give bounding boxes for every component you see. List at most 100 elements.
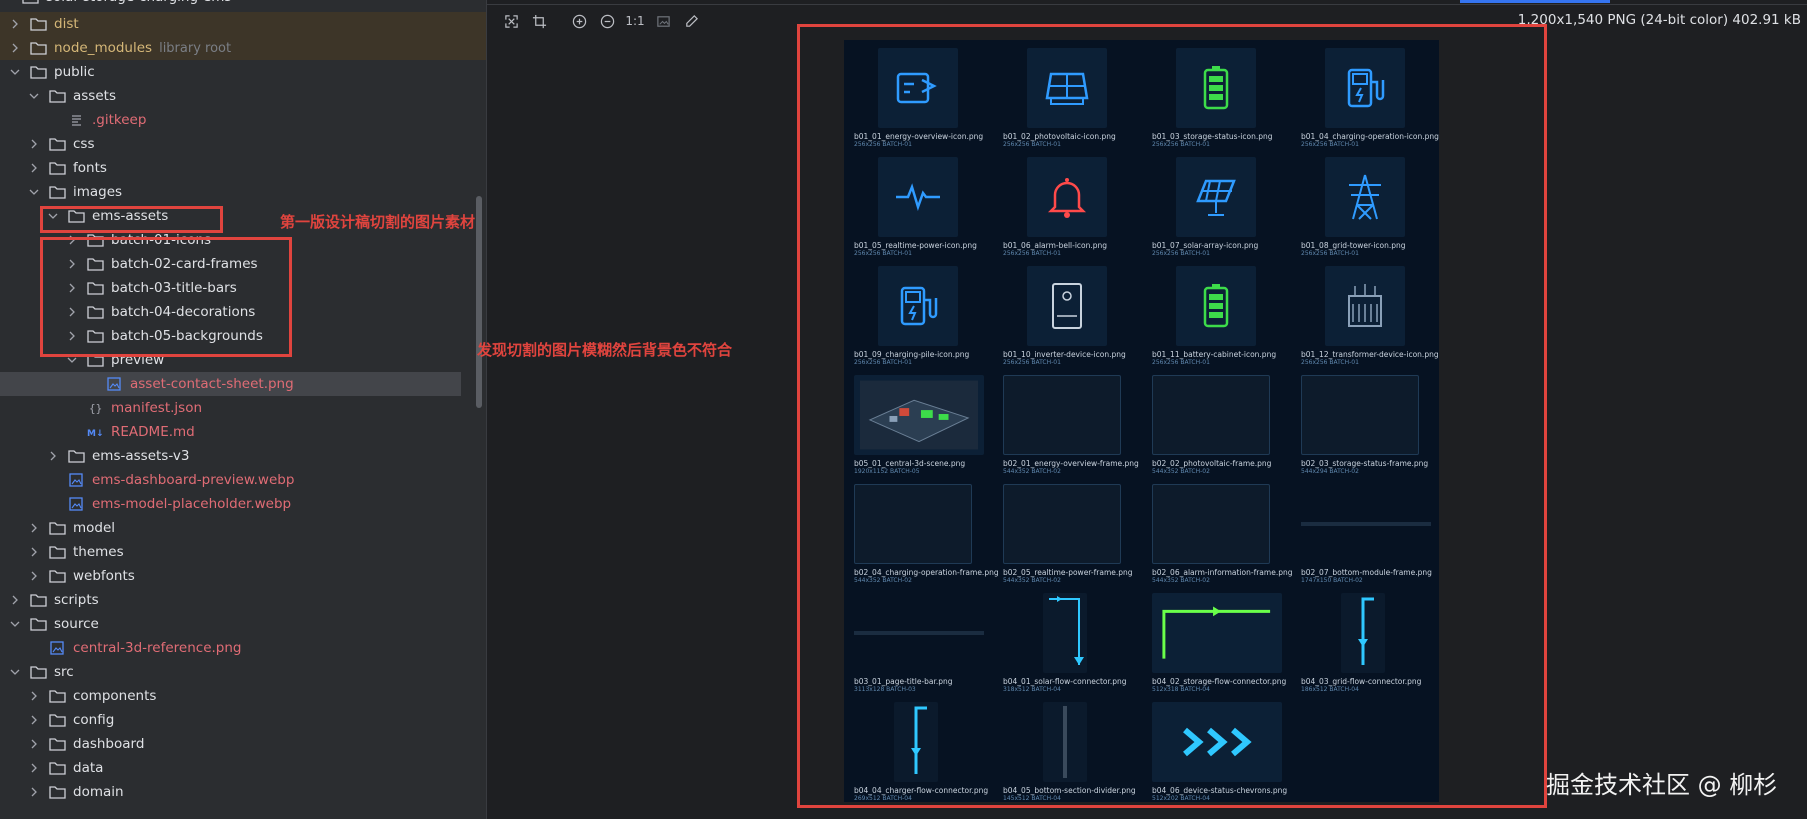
tree-row-readme-md[interactable]: M↓ README.md	[0, 420, 486, 444]
annotation-note-2: 发现切割的图片模糊然后背景色不符合	[477, 341, 733, 359]
tree-row-label: asset-contact-sheet.png	[130, 376, 294, 392]
tree-row-node-modules[interactable]: node_modules library root	[0, 36, 486, 60]
color-picker-icon[interactable]	[679, 9, 703, 33]
folder-icon	[49, 137, 66, 151]
chevron-right-icon[interactable]	[8, 41, 22, 55]
chevron-right-icon[interactable]	[27, 161, 41, 175]
chevron-right-icon[interactable]	[8, 593, 22, 607]
tree-row-label: dist	[54, 16, 79, 32]
tree-row-label: scripts	[54, 592, 99, 608]
tree-row-label: public	[54, 64, 95, 80]
ide-window: solar-storage-charging-ems dist node_modu…	[0, 0, 1807, 819]
tree-row-themes[interactable]: themes	[0, 540, 486, 564]
tree-row-css[interactable]: css	[0, 132, 486, 156]
tree-row-manifest-json[interactable]: {} manifest.json	[0, 396, 486, 420]
tree-row-suffix: library root	[159, 40, 232, 56]
folder-icon	[30, 65, 47, 79]
tree-row-label: assets	[73, 88, 116, 104]
chevron-right-icon[interactable]	[27, 713, 41, 727]
tree-row-label: README.md	[111, 424, 195, 440]
folder-icon	[30, 593, 47, 607]
project-root-row[interactable]: solar-storage-charging-ems	[0, 0, 486, 9]
project-tree-panel: solar-storage-charging-ems dist node_modu…	[0, 0, 486, 819]
tree-row-assets[interactable]: assets	[0, 84, 486, 108]
tab-divider	[487, 4, 1807, 5]
chevron-right-icon[interactable]	[27, 689, 41, 703]
project-root-label: solar-storage-charging-ems	[46, 0, 231, 5]
tree-row-domain[interactable]: domain	[0, 780, 486, 804]
tree-scrollbar[interactable]	[476, 196, 482, 408]
chevron-down-icon[interactable]	[27, 185, 41, 199]
tree-row-label: images	[73, 184, 123, 200]
tree-row-dashboard[interactable]: dashboard	[0, 732, 486, 756]
chevron-right-icon[interactable]	[27, 785, 41, 799]
tree-row-data[interactable]: data	[0, 756, 486, 780]
viewer-toolbar: 1:1	[487, 8, 703, 34]
chevron-right-icon[interactable]	[27, 569, 41, 583]
tree-row-model[interactable]: model	[0, 516, 486, 540]
tree-row-gitkeep[interactable]: .gitkeep	[0, 108, 486, 132]
tree-row-public[interactable]: public	[0, 60, 486, 84]
watermark: 掘金技术社区 @ 柳杉	[1546, 771, 1778, 799]
folder-icon	[49, 545, 66, 559]
tree-row-label: webfonts	[73, 568, 135, 584]
tree-row-fonts[interactable]: fonts	[0, 156, 486, 180]
toolbar-separator	[555, 9, 563, 33]
folder-icon	[49, 161, 66, 175]
crop-icon[interactable]	[527, 9, 551, 33]
image-file-icon	[106, 377, 123, 391]
folder-icon	[49, 785, 66, 799]
tree-row-dist[interactable]: dist	[0, 12, 486, 36]
tree-row-label: manifest.json	[111, 400, 203, 416]
tree-row-scripts[interactable]: scripts	[0, 588, 486, 612]
chevron-down-icon[interactable]	[27, 89, 41, 103]
tree-row-source[interactable]: source	[0, 612, 486, 636]
tree-row-ems-model-placeholder-webp[interactable]: ems-model-placeholder.webp	[0, 492, 486, 516]
folder-icon	[30, 617, 47, 631]
active-tab-indicator	[1460, 0, 1610, 3]
folder-icon	[49, 689, 66, 703]
tree-row-label: themes	[73, 544, 124, 560]
tree-row-images[interactable]: images	[0, 180, 486, 204]
chevron-right-icon[interactable]	[27, 761, 41, 775]
chevron-right-icon[interactable]	[27, 545, 41, 559]
chevron-down-icon[interactable]	[8, 617, 22, 631]
tree-row-components[interactable]: components	[0, 684, 486, 708]
svg-text:M↓: M↓	[87, 429, 104, 439]
folder-icon	[30, 41, 47, 55]
fit-screen-icon[interactable]	[499, 9, 523, 33]
annotation-box-batches	[40, 237, 292, 357]
tree-row-ems-assets-v3[interactable]: ems-assets-v3	[0, 444, 486, 468]
tree-row-label: domain	[73, 784, 124, 800]
chevron-right-icon[interactable]	[27, 737, 41, 751]
tree-row-label: ems-model-placeholder.webp	[92, 496, 292, 512]
actual-size-button[interactable]: 1:1	[623, 9, 647, 33]
tree-row-label: fonts	[73, 160, 107, 176]
chevron-right-icon[interactable]	[8, 17, 22, 31]
annotation-note-1: 第一版设计稿切割的图片素材	[280, 213, 476, 231]
folder-icon	[49, 521, 66, 535]
json-file-icon: {}	[87, 401, 104, 415]
annotation-box-ems-assets	[40, 206, 223, 233]
chevron-down-icon[interactable]	[8, 665, 22, 679]
chevron-right-icon[interactable]	[27, 137, 41, 151]
tree-row-label: src	[54, 664, 74, 680]
tree-row-label: source	[54, 616, 99, 632]
tree-row-src[interactable]: src	[0, 660, 486, 684]
chevron-right-icon[interactable]	[27, 521, 41, 535]
folder-icon	[49, 185, 66, 199]
tree-row-ems-dashboard-preview-webp[interactable]: ems-dashboard-preview.webp	[0, 468, 486, 492]
annotation-box-preview	[797, 24, 1547, 808]
tree-row-central-3d-reference-png[interactable]: central-3d-reference.png	[0, 636, 486, 660]
tree-row-label: node_modules	[54, 40, 153, 56]
image-file-icon	[68, 473, 85, 487]
zoom-out-icon[interactable]	[595, 9, 619, 33]
tree-row-config[interactable]: config	[0, 708, 486, 732]
tree-row-webfonts[interactable]: webfonts	[0, 564, 486, 588]
chevron-right-icon[interactable]	[46, 449, 60, 463]
background-icon[interactable]	[651, 9, 675, 33]
chevron-down-icon[interactable]	[8, 65, 22, 79]
folder-icon	[68, 449, 85, 463]
tree-row-asset-contact-sheet-png[interactable]: asset-contact-sheet.png	[0, 372, 461, 396]
zoom-in-icon[interactable]	[567, 9, 591, 33]
